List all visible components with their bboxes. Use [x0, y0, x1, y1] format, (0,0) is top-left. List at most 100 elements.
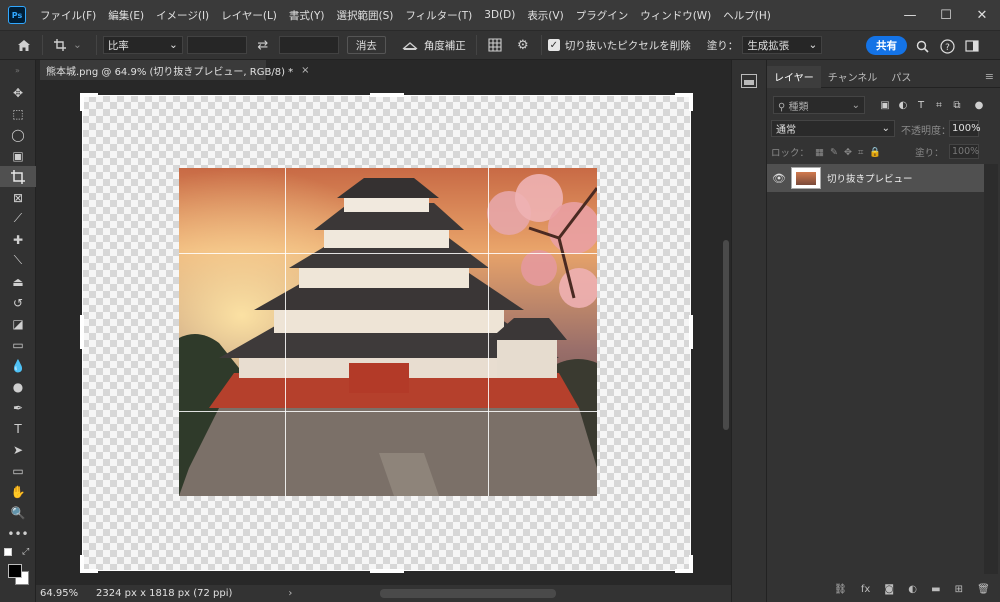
brush-icon[interactable]: ⟍	[0, 250, 36, 271]
chevron-down-icon[interactable]: ⌄	[73, 39, 82, 51]
menu-window[interactable]: ウィンドウ(W)	[634, 8, 717, 23]
maximize-button[interactable]: ☐	[928, 0, 964, 30]
pixel-filter-icon[interactable]: ▣	[879, 99, 891, 111]
crop-icon[interactable]	[0, 166, 36, 187]
rectangle-icon[interactable]: ▭	[0, 460, 36, 481]
more-tools-icon[interactable]: •••	[0, 523, 36, 544]
gradient-icon[interactable]: ▭	[0, 334, 36, 355]
status-arrow-icon[interactable]: ›	[288, 588, 292, 599]
zoom-level[interactable]: 64.95%	[40, 588, 92, 599]
new-layer-icon[interactable]: ⊞	[955, 584, 963, 595]
close-tab-icon[interactable]: ×	[301, 65, 309, 76]
move-icon[interactable]: ✥	[0, 82, 36, 103]
crop-handle-right[interactable]	[689, 315, 693, 349]
blend-mode-dropdown[interactable]: 通常 ⌄	[771, 120, 895, 137]
layer-effects-icon[interactable]: fx	[861, 584, 870, 595]
menu-file[interactable]: ファイル(F)	[34, 8, 102, 23]
crop-handle-bottom-left[interactable]	[80, 555, 84, 573]
menu-type[interactable]: 書式(Y)	[283, 8, 331, 23]
trash-icon[interactable]: 🗑	[977, 584, 990, 595]
marquee-icon[interactable]: ⬚	[0, 103, 36, 124]
swap-icon[interactable]: ⇄	[251, 34, 275, 56]
menu-select[interactable]: 選択範囲(S)	[331, 8, 400, 23]
fill-dropdown[interactable]: 生成拡張 ⌄	[742, 36, 823, 54]
foreground-color-swatch[interactable]	[8, 564, 22, 578]
adjustment-layer-icon[interactable]: ◐	[908, 584, 917, 595]
tab-channels[interactable]: チャンネル	[821, 66, 885, 88]
lasso-icon[interactable]: ◯	[0, 124, 36, 145]
toolbar-collapse-icon[interactable]: »	[0, 60, 35, 82]
type-icon[interactable]: T	[0, 418, 36, 439]
straighten-label[interactable]: 角度補正	[424, 38, 466, 53]
frame-icon[interactable]: ⊠	[0, 187, 36, 208]
document-tab[interactable]: 熊本城.png @ 64.9% (切り抜きプレビュー, RGB/8) * ×	[40, 60, 310, 80]
pen-icon[interactable]: ✒	[0, 397, 36, 418]
stamp-icon[interactable]: ⏏	[0, 271, 36, 292]
menu-image[interactable]: イメージ(I)	[150, 8, 215, 23]
lock-pixels-icon[interactable]: ✎	[830, 147, 838, 158]
panel-scrollbar[interactable]	[984, 164, 998, 574]
swap-colors-icon[interactable]: ⤢	[22, 547, 29, 557]
lock-transparent-icon[interactable]: ▦	[815, 147, 824, 158]
delete-cropped-label[interactable]: 切り抜いたピクセルを削除	[565, 38, 691, 53]
tab-layers[interactable]: レイヤー	[767, 65, 821, 88]
crop-handle-bottom-right[interactable]	[689, 555, 693, 573]
lock-all-icon[interactable]: 🔒	[869, 147, 881, 158]
menu-3d[interactable]: 3D(D)	[478, 9, 521, 21]
delete-cropped-checkbox[interactable]: ✓	[547, 39, 560, 51]
lock-position-icon[interactable]: ✥	[844, 147, 852, 158]
smart-object-filter-icon[interactable]: ⧉	[951, 99, 963, 111]
zoom-icon[interactable]: 🔍	[0, 502, 36, 523]
minimize-button[interactable]: —	[892, 0, 928, 30]
menu-help[interactable]: ヘルプ(H)	[717, 8, 777, 23]
close-window-button[interactable]: ✕	[964, 0, 1000, 30]
layer-mask-icon[interactable]: ◙	[884, 584, 894, 595]
eye-icon[interactable]: 👁	[767, 172, 791, 185]
straighten-icon[interactable]	[398, 34, 422, 56]
layer-row[interactable]: 👁 切り抜きプレビュー	[767, 164, 984, 192]
menu-edit[interactable]: 編集(E)	[102, 8, 150, 23]
help-icon[interactable]: ?	[935, 35, 959, 57]
default-colors-icon[interactable]	[4, 548, 12, 556]
ratio-dropdown[interactable]: 比率 ⌄	[102, 36, 183, 54]
eyedropper-icon[interactable]: ⟋	[0, 208, 36, 229]
object-select-icon[interactable]: ▣	[0, 145, 36, 166]
menu-layer[interactable]: レイヤー(L)	[215, 8, 283, 23]
blur-icon[interactable]: 💧	[0, 355, 36, 376]
menu-filter[interactable]: フィルター(T)	[399, 8, 478, 23]
gear-icon[interactable]: ⚙	[511, 34, 535, 56]
hand-icon[interactable]: ✋	[0, 481, 36, 502]
overlay-grid-icon[interactable]	[483, 34, 507, 56]
clear-button[interactable]: 消去	[346, 36, 386, 54]
fill-input[interactable]: 100%	[949, 144, 979, 159]
crop-box[interactable]	[82, 95, 691, 571]
path-select-icon[interactable]: ➤	[0, 439, 36, 460]
history-brush-icon[interactable]: ↺	[0, 292, 36, 313]
home-icon[interactable]	[12, 34, 36, 56]
tab-paths[interactable]: パス	[884, 66, 918, 88]
crop-handle-left[interactable]	[80, 315, 84, 349]
image-panel-icon[interactable]	[741, 74, 757, 88]
workspace-icon[interactable]	[960, 35, 984, 57]
shape-filter-icon[interactable]: ⌗	[933, 99, 945, 111]
group-icon[interactable]: ▬	[931, 584, 940, 595]
crop-handle-bottom[interactable]	[370, 569, 404, 573]
dodge-icon[interactable]: ●	[0, 376, 36, 397]
crop-handle-top[interactable]	[370, 93, 404, 97]
opacity-input[interactable]: 100%	[949, 120, 981, 137]
lock-artboard-icon[interactable]: ⌗	[858, 147, 863, 158]
filter-toggle-icon[interactable]: ●	[973, 99, 985, 111]
menu-view[interactable]: 表示(V)	[521, 8, 569, 23]
crop-handle-top-right[interactable]	[689, 93, 693, 111]
eraser-icon[interactable]: ◪	[0, 313, 36, 334]
healing-icon[interactable]: ✚	[0, 229, 36, 250]
search-icon[interactable]	[910, 35, 934, 57]
horizontal-scroll-thumb[interactable]	[380, 589, 556, 598]
type-filter-icon[interactable]: T	[915, 99, 927, 111]
crop-handle-top-left[interactable]	[80, 93, 84, 111]
link-layers-icon[interactable]: ⛓	[834, 584, 847, 595]
height-field[interactable]	[278, 36, 339, 54]
adjustment-filter-icon[interactable]: ◐	[897, 99, 909, 111]
share-button[interactable]: 共有	[866, 36, 907, 55]
layer-name[interactable]: 切り抜きプレビュー	[827, 171, 913, 185]
